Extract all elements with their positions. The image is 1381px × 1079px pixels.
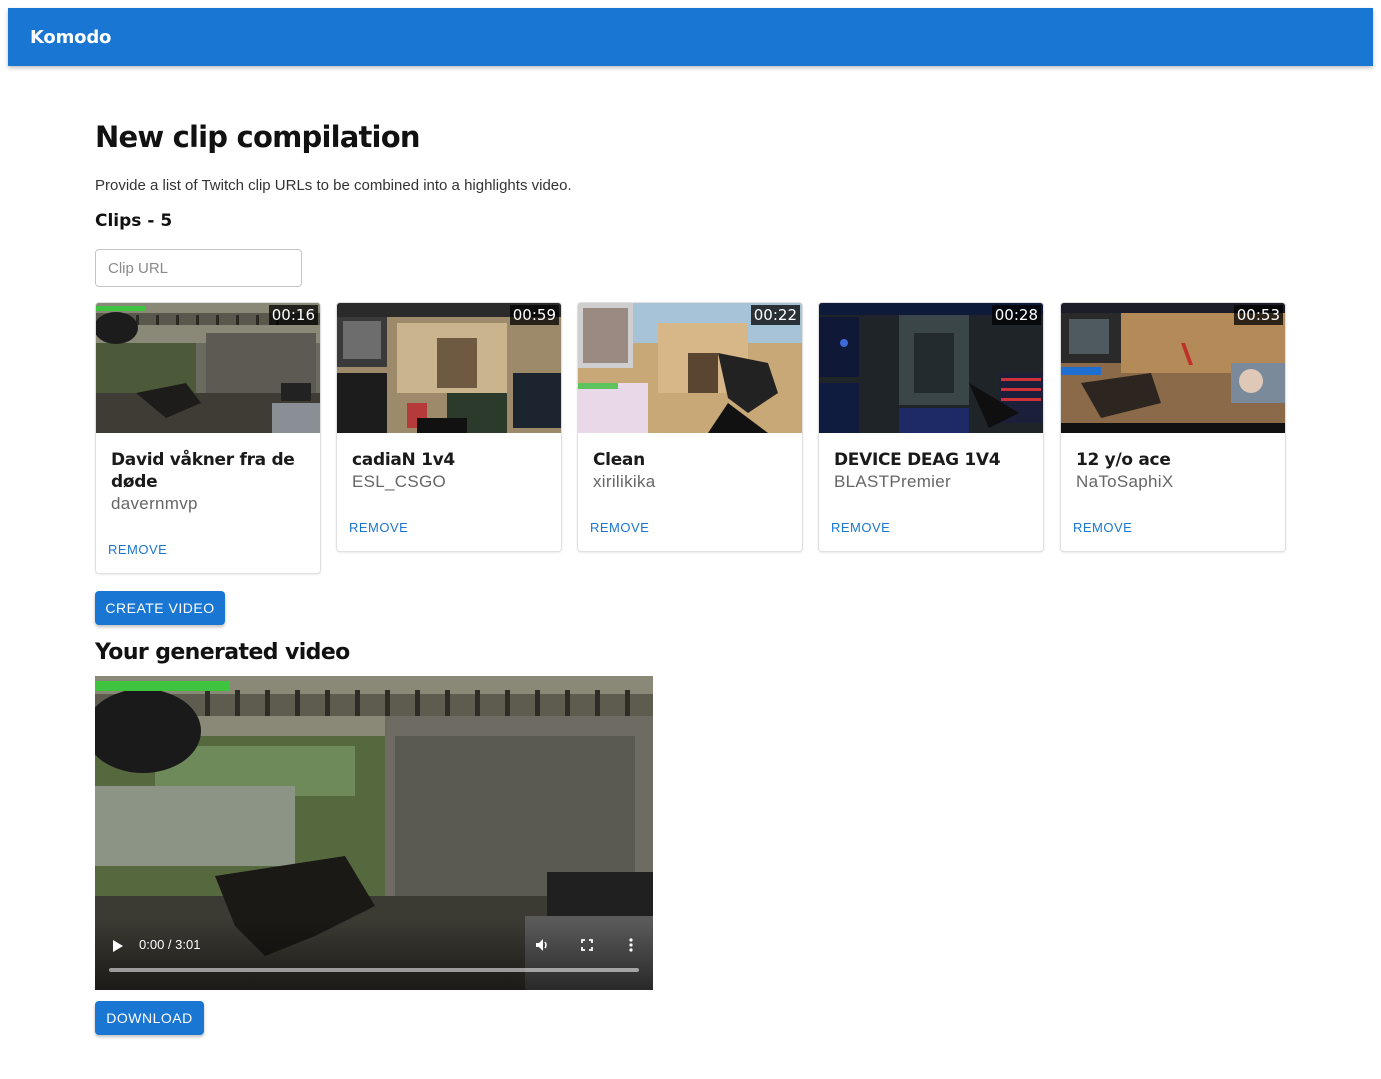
generated-video-player[interactable]: 0:00 / 3:01: [95, 676, 653, 990]
clip-thumbnail[interactable]: 00:59: [337, 303, 561, 433]
more-options-icon[interactable]: [629, 938, 633, 952]
app-bar: Komodo: [8, 8, 1373, 66]
clip-author: xirilikika: [593, 472, 656, 491]
clip-url-input[interactable]: [95, 249, 302, 287]
clip-card: 00:59 cadiaN 1v4 ESL_CSGO REMOVE: [336, 302, 562, 552]
remove-clip-button[interactable]: REMOVE: [1073, 520, 1132, 535]
create-video-button[interactable]: CREATE VIDEO: [95, 591, 225, 625]
download-button[interactable]: DOWNLOAD: [95, 1001, 204, 1035]
clip-card: 00:28 DEVICE DEAG 1V4 BLASTPremier REMOV…: [818, 302, 1044, 552]
clip-duration: 00:53: [1233, 305, 1283, 325]
clip-title: cadiaN 1v4: [352, 450, 455, 470]
clip-author: NaToSaphiX: [1076, 472, 1174, 491]
clip-card: 00:22 Clean xirilikika REMOVE: [577, 302, 803, 552]
clip-card: 00:53 12 y/o ace NaToSaphiX REMOVE: [1060, 302, 1286, 552]
page-title: New clip compilation: [95, 120, 420, 154]
video-time: 0:00 / 3:01: [139, 937, 201, 952]
remove-clip-button[interactable]: REMOVE: [349, 520, 408, 535]
clip-thumbnail[interactable]: 00:28: [819, 303, 1043, 433]
remove-clip-button[interactable]: REMOVE: [108, 542, 167, 557]
generated-video-heading: Your generated video: [95, 640, 350, 665]
clips-heading: Clips - 5: [95, 211, 172, 231]
volume-icon[interactable]: [535, 938, 549, 952]
clip-title: 12 y/o ace: [1076, 450, 1171, 470]
clips-count: 5: [160, 211, 173, 231]
clip-duration: 00:28: [991, 305, 1041, 325]
clip-duration: 00:59: [509, 305, 559, 325]
clip-author: ESL_CSGO: [352, 472, 447, 491]
clip-duration: 00:22: [750, 305, 800, 325]
clip-thumbnail[interactable]: 00:16: [96, 303, 320, 433]
clip-author: davernmvp: [111, 494, 198, 513]
remove-clip-button[interactable]: REMOVE: [831, 520, 890, 535]
remove-clip-button[interactable]: REMOVE: [590, 520, 649, 535]
clips-label: Clips -: [95, 211, 161, 231]
video-controls: 0:00 / 3:01: [95, 920, 653, 990]
page-description: Provide a list of Twitch clip URLs to be…: [95, 177, 572, 194]
fullscreen-icon[interactable]: [581, 939, 593, 951]
play-icon[interactable]: [113, 940, 123, 952]
clip-thumbnail[interactable]: 00:22: [578, 303, 802, 433]
clip-duration: 00:16: [268, 305, 318, 325]
clip-thumbnail[interactable]: 00:53: [1061, 303, 1285, 433]
video-progress-bar[interactable]: [109, 968, 639, 972]
clip-title: David våkner fra de døde: [111, 450, 295, 492]
clip-title: Clean: [593, 450, 645, 470]
clip-author: BLASTPremier: [834, 472, 951, 491]
clip-card: 00:16 David våkner fra de døde davernmvp…: [95, 302, 321, 574]
app-brand[interactable]: Komodo: [30, 27, 111, 48]
clip-title: DEVICE DEAG 1V4: [834, 450, 1001, 470]
